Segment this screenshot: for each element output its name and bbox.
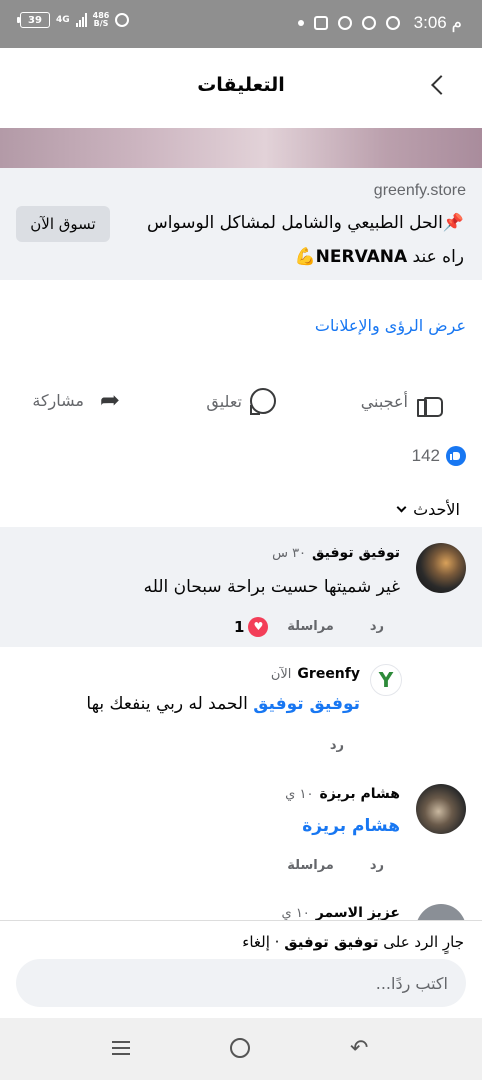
alarm-icon	[115, 13, 130, 27]
notification-icon	[313, 16, 328, 30]
avatar[interactable]	[416, 543, 466, 593]
clock: 3:06 م	[413, 13, 462, 32]
notification-dot-icon	[297, 20, 304, 26]
home-icon[interactable]	[230, 1038, 250, 1058]
ad-card[interactable]: greenfy.store 📌الحل الطبيعي والشامل لمشا…	[0, 168, 482, 280]
comment-author[interactable]: عزيز الاسمر	[316, 905, 400, 920]
mention-link[interactable]: توفيق توفيق	[253, 694, 360, 714]
comment-author[interactable]: توفيق توفيق	[312, 545, 400, 561]
comment-time: الآن	[270, 667, 292, 682]
comment-text: غير شميتها حسيت براحة سبحان الله	[143, 577, 400, 597]
back-icon[interactable]: ↶	[350, 1038, 372, 1060]
status-right: 3:06 م	[297, 13, 462, 33]
network-speed: 486 B/S	[92, 11, 110, 28]
like-label: أعجبني	[360, 391, 408, 411]
comment-author[interactable]: Greenfy	[297, 666, 360, 682]
avatar[interactable]	[416, 904, 466, 920]
share-label: مشاركة	[32, 390, 84, 410]
thumbs-up-icon	[416, 388, 443, 417]
comment-actions: رد	[330, 738, 344, 753]
comment-text: توفيق توفيق الحمد له ربي ينفعك بها	[86, 694, 360, 714]
page-title: التعليقات	[197, 74, 285, 96]
comment-actions: رد مراسلة	[287, 619, 384, 634]
comment-bubble-icon	[250, 388, 276, 415]
reactions-summary[interactable]: 142	[412, 446, 466, 466]
reply-composer: جارٍ الرد على توفيق توفيق · إلغاء	[0, 920, 482, 1018]
greenfy-logo-avatar[interactable]: Y	[370, 664, 402, 696]
battery-icon: 39	[17, 12, 50, 28]
comment-header: توفيق توفيق ٣٠ س	[272, 545, 400, 561]
comment-sort-dropdown[interactable]: الأحدث	[396, 500, 460, 519]
view-insights-link[interactable]: عرض الرؤى والإعلانات	[315, 316, 466, 335]
whatsapp-icon	[385, 16, 400, 30]
message-button[interactable]: مراسلة	[287, 619, 334, 634]
sort-label: الأحدث	[413, 500, 460, 519]
post-actions: أعجبني تعليق ➦ مشاركة	[0, 388, 482, 428]
status-bar: 39 4G 486 B/S 3:06 م	[0, 0, 482, 48]
snapchat-icon	[337, 16, 352, 30]
system-nav-bar: ↶	[0, 1018, 482, 1080]
comment-item: هشام بريزة ١٠ ي هشام بريزة رد مراسلة	[0, 778, 482, 890]
share-arrow-icon: ➦	[99, 386, 120, 414]
pushpin-icon: 📌	[442, 213, 464, 233]
heart-count: 1	[234, 618, 245, 636]
comment-author[interactable]: هشام بريزة	[319, 786, 400, 802]
app-header: التعليقات	[0, 48, 482, 128]
replying-to-label: جارٍ الرد على توفيق توفيق · إلغاء	[242, 933, 464, 951]
message-button[interactable]: مراسلة	[287, 858, 334, 873]
avatar[interactable]	[416, 784, 466, 834]
comment-time: ١٠ ي	[285, 787, 314, 802]
comment-item: توفيق توفيق ٣٠ س غير شميتها حسيت براحة س…	[0, 527, 482, 647]
chevron-down-icon	[396, 502, 407, 513]
comment-text: هشام بريزة	[302, 816, 400, 836]
battery-level: 39	[28, 14, 42, 26]
ad-headline: 📌الحل الطبيعي والشامل لمشاكل الوسواس راه…	[134, 206, 464, 274]
comment-time: ٣٠ س	[272, 546, 307, 561]
reply-target: توفيق توفيق	[284, 933, 379, 951]
like-button[interactable]: أعجبني	[360, 388, 443, 417]
comment-label: تعليق	[206, 391, 242, 411]
comment-reactions[interactable]: ♥ 1	[234, 617, 269, 637]
comment-item: عزيز الاسمر ١٠ ي	[0, 900, 482, 920]
reply-item: Y Greenfy الآن توفيق توفيق الحمد له ربي …	[0, 650, 482, 770]
comment-header: هشام بريزة ١٠ ي	[285, 786, 400, 802]
network-type: 4G	[56, 14, 70, 25]
reply-input[interactable]	[16, 959, 466, 1007]
mention-link[interactable]: هشام بريزة	[302, 816, 400, 836]
messenger-icon	[361, 16, 376, 30]
comment-button[interactable]: تعليق	[206, 388, 276, 415]
signal-icon	[75, 13, 87, 27]
ad-image[interactable]	[0, 128, 482, 168]
status-left: 39 4G 486 B/S	[17, 11, 130, 28]
reply-button[interactable]: رد	[370, 858, 384, 873]
shop-now-button[interactable]: تسوق الآن	[16, 206, 110, 242]
muscle-icon: 💪	[294, 247, 316, 267]
cancel-reply-button[interactable]: إلغاء	[242, 933, 270, 951]
reply-button[interactable]: رد	[370, 619, 384, 634]
reaction-count: 142	[411, 446, 440, 465]
ad-domain: greenfy.store	[373, 182, 466, 199]
comment-actions: رد مراسلة	[287, 858, 384, 873]
ad-brand: NERVANA	[315, 247, 408, 267]
comment-header: Greenfy الآن	[271, 666, 360, 682]
like-reaction-icon	[446, 446, 466, 466]
share-button[interactable]: ➦ مشاركة	[32, 388, 120, 412]
recent-apps-icon[interactable]	[110, 1038, 132, 1060]
reply-button[interactable]: رد	[330, 738, 344, 753]
heart-reaction-icon: ♥	[248, 617, 269, 637]
comment-header: عزيز الاسمر ١٠ ي	[282, 905, 400, 920]
comment-time: ١٠ ي	[281, 906, 310, 920]
